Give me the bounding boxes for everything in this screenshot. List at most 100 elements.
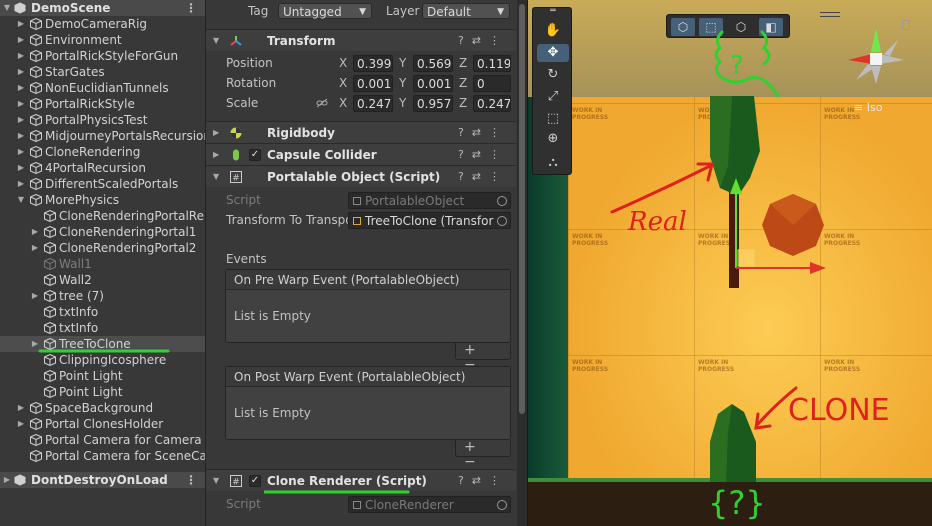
tag-dropdown[interactable]: Untagged ▼ (278, 3, 372, 19)
fold-open-icon[interactable]: ▼ (213, 166, 219, 188)
position-y-field[interactable]: 0.5694 (413, 55, 453, 72)
hand-tool-icon[interactable]: ✋ (537, 22, 569, 40)
remove-button[interactable]: − (464, 454, 490, 470)
hierarchy-item[interactable]: txtInfo (0, 304, 205, 320)
scene-row[interactable]: ▼ DemoScene ⋮ (0, 0, 205, 16)
fold-closed-icon[interactable]: ▶ (30, 288, 40, 304)
fold-open-icon[interactable]: ▼ (213, 30, 219, 52)
orientation-gizmo[interactable] (846, 26, 906, 86)
hierarchy-item[interactable]: ▶ StarGates (0, 64, 205, 80)
hierarchy-item[interactable]: Portal Camera for Camera (0, 432, 205, 448)
hierarchy-item[interactable]: ▶ CloneRenderingPortal1 (0, 224, 205, 240)
hierarchy-item[interactable]: Point Light (0, 368, 205, 384)
component-header-icons[interactable]: ?⇄⋮ (458, 470, 508, 492)
scrollbar-thumb[interactable] (519, 4, 525, 414)
position-z-field[interactable]: 0.1199 (473, 55, 511, 72)
object-picker-icon[interactable] (497, 216, 507, 226)
hierarchy-item[interactable]: Wall1 (0, 256, 205, 272)
fold-closed-icon[interactable]: ▶ (213, 144, 219, 166)
hierarchy-item[interactable]: ▶ MidjourneyPortalsRecursion (0, 128, 205, 144)
scale-z-field[interactable]: 0.247 (473, 95, 511, 112)
custom-tool-icon[interactable]: ⛬ (537, 154, 569, 172)
fold-closed-icon[interactable]: ▶ (16, 128, 26, 144)
drag-handle-icon[interactable]: ═ (537, 7, 569, 16)
hierarchy-item[interactable]: txtInfo (0, 320, 205, 336)
fold-closed-icon[interactable]: ▶ (16, 112, 26, 128)
hierarchy-item[interactable]: ▶ CloneRenderingPortal2 (0, 240, 205, 256)
constrain-proportions-icon[interactable] (316, 98, 328, 108)
rotation-x-field[interactable]: 0.001 (353, 75, 393, 92)
fold-closed-icon[interactable]: ▶ (16, 160, 26, 176)
overlay-drag-handle[interactable] (820, 12, 840, 17)
scene-menu-icon[interactable]: ⋮ (185, 0, 197, 16)
hierarchy-item[interactable]: Portal Camera for SceneCam (0, 448, 205, 464)
hierarchy-item[interactable]: ▶ SpaceBackground (0, 400, 205, 416)
rotate-tool-icon[interactable]: ↻ (537, 66, 569, 84)
hierarchy-item[interactable]: ClippingIcosphere (0, 352, 205, 368)
rect-tool-icon[interactable]: ⬚ (537, 110, 569, 128)
capsule-collider-header[interactable]: ▶ ✓ Capsule Collider ?⇄⋮ (206, 143, 516, 165)
fold-open-icon[interactable]: ▼ (16, 192, 26, 208)
fold-closed-icon[interactable]: ▶ (2, 472, 12, 488)
hierarchy-item[interactable]: ▶ PortalRickStyle (0, 96, 205, 112)
fold-closed-icon[interactable]: ▶ (16, 48, 26, 64)
component-header-icons[interactable]: ?⇄⋮ (458, 166, 508, 188)
hierarchy-item[interactable]: ▶ 4PortalRecursion (0, 160, 205, 176)
fold-closed-icon[interactable]: ▶ (16, 144, 26, 160)
rigidbody-header[interactable]: ▶ Rigidbody ?⇄⋮ (206, 121, 516, 143)
fold-closed-icon[interactable]: ▶ (30, 224, 40, 240)
fold-closed-icon[interactable]: ▶ (16, 80, 26, 96)
hierarchy-item[interactable]: ▶ DifferentScaledPortals (0, 176, 205, 192)
hierarchy-item[interactable]: ▶ Environment (0, 32, 205, 48)
hierarchy-item[interactable]: Wall2 (0, 272, 205, 288)
rotation-z-field[interactable]: 0 (473, 75, 511, 92)
component-header-icons[interactable]: ?⇄⋮ (458, 30, 508, 52)
hierarchy-item[interactable]: ▶ PortalRickStyleForGun (0, 48, 205, 64)
fold-open-icon[interactable]: ▼ (213, 470, 219, 492)
inspector-scrollbar[interactable] (517, 0, 527, 526)
portalable-header[interactable]: ▼ # Portalable Object (Script) ?⇄⋮ (206, 165, 516, 187)
transform-header[interactable]: ▼ Transform ?⇄⋮ (206, 29, 516, 51)
hierarchy-item-label: Point Light (59, 385, 123, 399)
position-x-field[interactable]: 0.399 (353, 55, 393, 72)
clone-renderer-header[interactable]: ▼ # ✓ Clone Renderer (Script) ?⇄⋮ (206, 469, 516, 491)
add-button[interactable]: + (464, 439, 490, 455)
fold-closed-icon[interactable]: ▶ (16, 400, 26, 416)
rotation-y-field[interactable]: 0.001 (413, 75, 453, 92)
dont-destroy-menu-icon[interactable]: ⋮ (185, 472, 197, 488)
fold-closed-icon[interactable]: ▶ (16, 32, 26, 48)
add-button[interactable]: + (464, 342, 490, 358)
fold-closed-icon[interactable]: ▶ (213, 122, 219, 144)
hierarchy-item[interactable]: ▶ DemoCameraRig (0, 16, 205, 32)
component-header-icons[interactable]: ?⇄⋮ (458, 144, 508, 166)
scale-tool-icon[interactable]: ⤢ (537, 88, 569, 106)
component-header-icons[interactable]: ?⇄⋮ (458, 122, 508, 144)
scale-y-field[interactable]: 0.9574 (413, 95, 453, 112)
fold-closed-icon[interactable]: ▶ (16, 64, 26, 80)
fold-closed-icon[interactable]: ▶ (30, 240, 40, 256)
fold-closed-icon[interactable]: ▶ (16, 16, 26, 32)
hierarchy-item[interactable]: ▼ MorePhysics (0, 192, 205, 208)
capsule-enabled-checkbox[interactable]: ✓ (249, 149, 261, 161)
projection-label[interactable]: ≡ Iso (854, 101, 882, 114)
hierarchy-item[interactable]: ▶ NonEuclidianTunnels (0, 80, 205, 96)
scale-x-field[interactable]: 0.247 (353, 95, 393, 112)
scene-view[interactable]: WORK INPROGRESS WORK INPROGRESS WORK INP… (528, 0, 932, 526)
fold-closed-icon[interactable]: ▶ (16, 416, 26, 432)
transform-tool-icon[interactable]: ⊕ (537, 130, 569, 148)
fold-closed-icon[interactable]: ▶ (16, 176, 26, 192)
hierarchy-item[interactable]: Point Light (0, 384, 205, 400)
dont-destroy-on-load-row[interactable]: ▶ DontDestroyOnLoad ⋮ (0, 472, 205, 488)
hierarchy-item[interactable]: CloneRenderingPortalRen (0, 208, 205, 224)
fold-closed-icon[interactable]: ▶ (16, 96, 26, 112)
hierarchy-item[interactable]: ▶ Portal ClonesHolder (0, 416, 205, 432)
hierarchy-item[interactable]: ▶ CloneRendering (0, 144, 205, 160)
transform-to-transport-field[interactable]: TreeToClone (Transfor (348, 212, 511, 229)
move-gizmo[interactable] (726, 176, 830, 276)
clone-renderer-enabled-checkbox[interactable]: ✓ (249, 475, 261, 487)
fold-open-icon[interactable]: ▼ (2, 0, 12, 16)
move-tool-icon[interactable]: ✥ (537, 44, 569, 62)
hierarchy-item[interactable]: ▶ tree (7) (0, 288, 205, 304)
layer-dropdown[interactable]: Default ▼ (422, 3, 510, 19)
hierarchy-item[interactable]: ▶ PortalPhysicsTest (0, 112, 205, 128)
